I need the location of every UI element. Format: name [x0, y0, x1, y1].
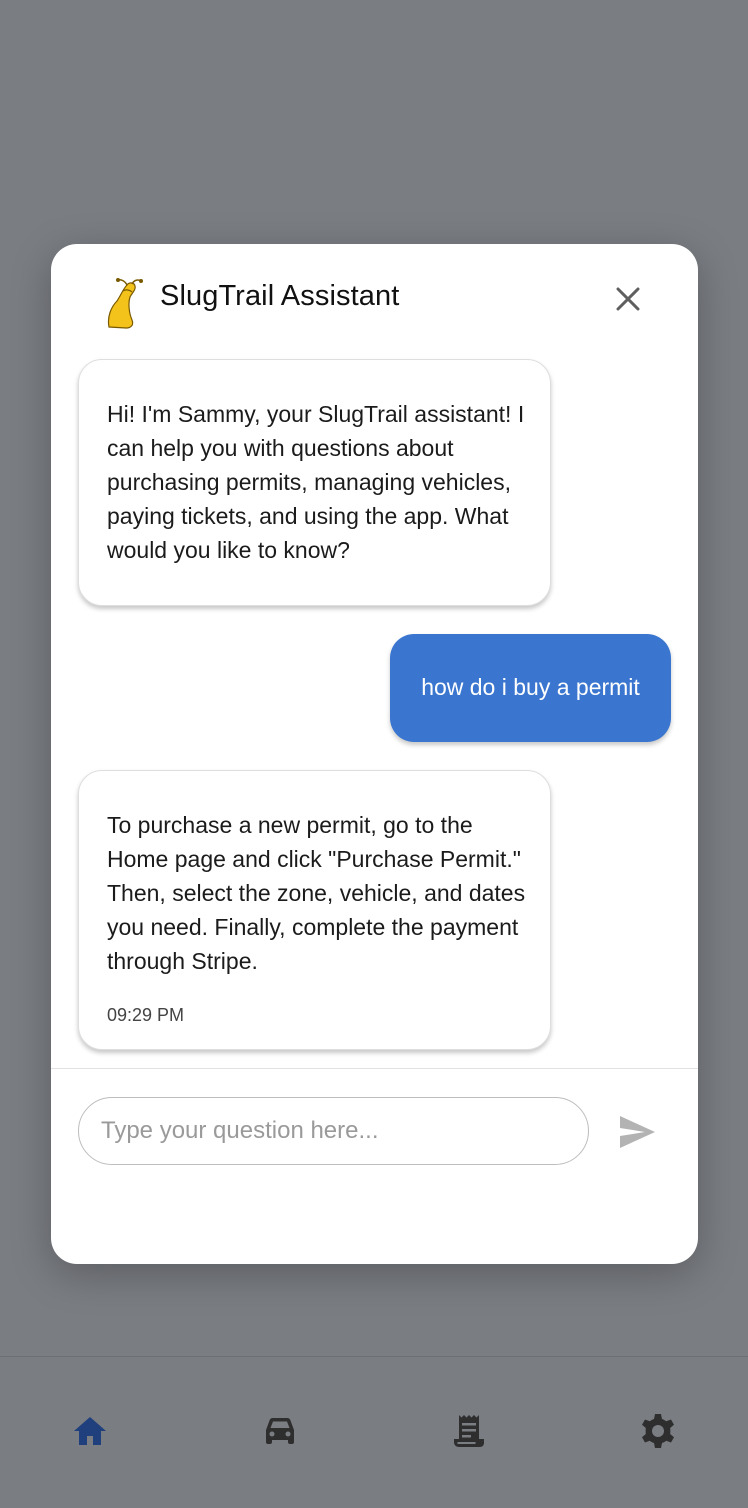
- car-icon[interactable]: [260, 1411, 300, 1451]
- chat-dialog: SlugTrail Assistant Hi! I'm Sammy, your …: [51, 244, 698, 1264]
- message-text: Hi! I'm Sammy, your SlugTrail assistant!…: [107, 401, 525, 563]
- message-text: how do i buy a permit: [421, 674, 640, 700]
- composer-divider: [51, 1068, 698, 1069]
- close-icon[interactable]: [611, 282, 645, 316]
- message-text: To purchase a new permit, go to the Home…: [107, 812, 526, 974]
- message-list[interactable]: Hi! I'm Sammy, your SlugTrail assistant!…: [51, 354, 698, 1068]
- receipt-icon[interactable]: [449, 1411, 489, 1451]
- send-icon[interactable]: [617, 1112, 657, 1152]
- settings-gear-icon[interactable]: [638, 1411, 678, 1451]
- chat-title: SlugTrail Assistant: [160, 280, 400, 312]
- message-timestamp: 09:29 PM: [107, 1005, 185, 1025]
- assistant-message: To purchase a new permit, go to the Home…: [78, 770, 551, 1050]
- question-input[interactable]: [78, 1097, 589, 1165]
- home-icon[interactable]: [70, 1411, 110, 1451]
- user-message: how do i buy a permit: [390, 634, 671, 742]
- assistant-message: Hi! I'm Sammy, your SlugTrail assistant!…: [78, 359, 551, 606]
- bottom-navigation: [0, 1356, 748, 1508]
- slug-mascot-icon: [107, 278, 143, 329]
- chat-header: SlugTrail Assistant: [51, 244, 698, 354]
